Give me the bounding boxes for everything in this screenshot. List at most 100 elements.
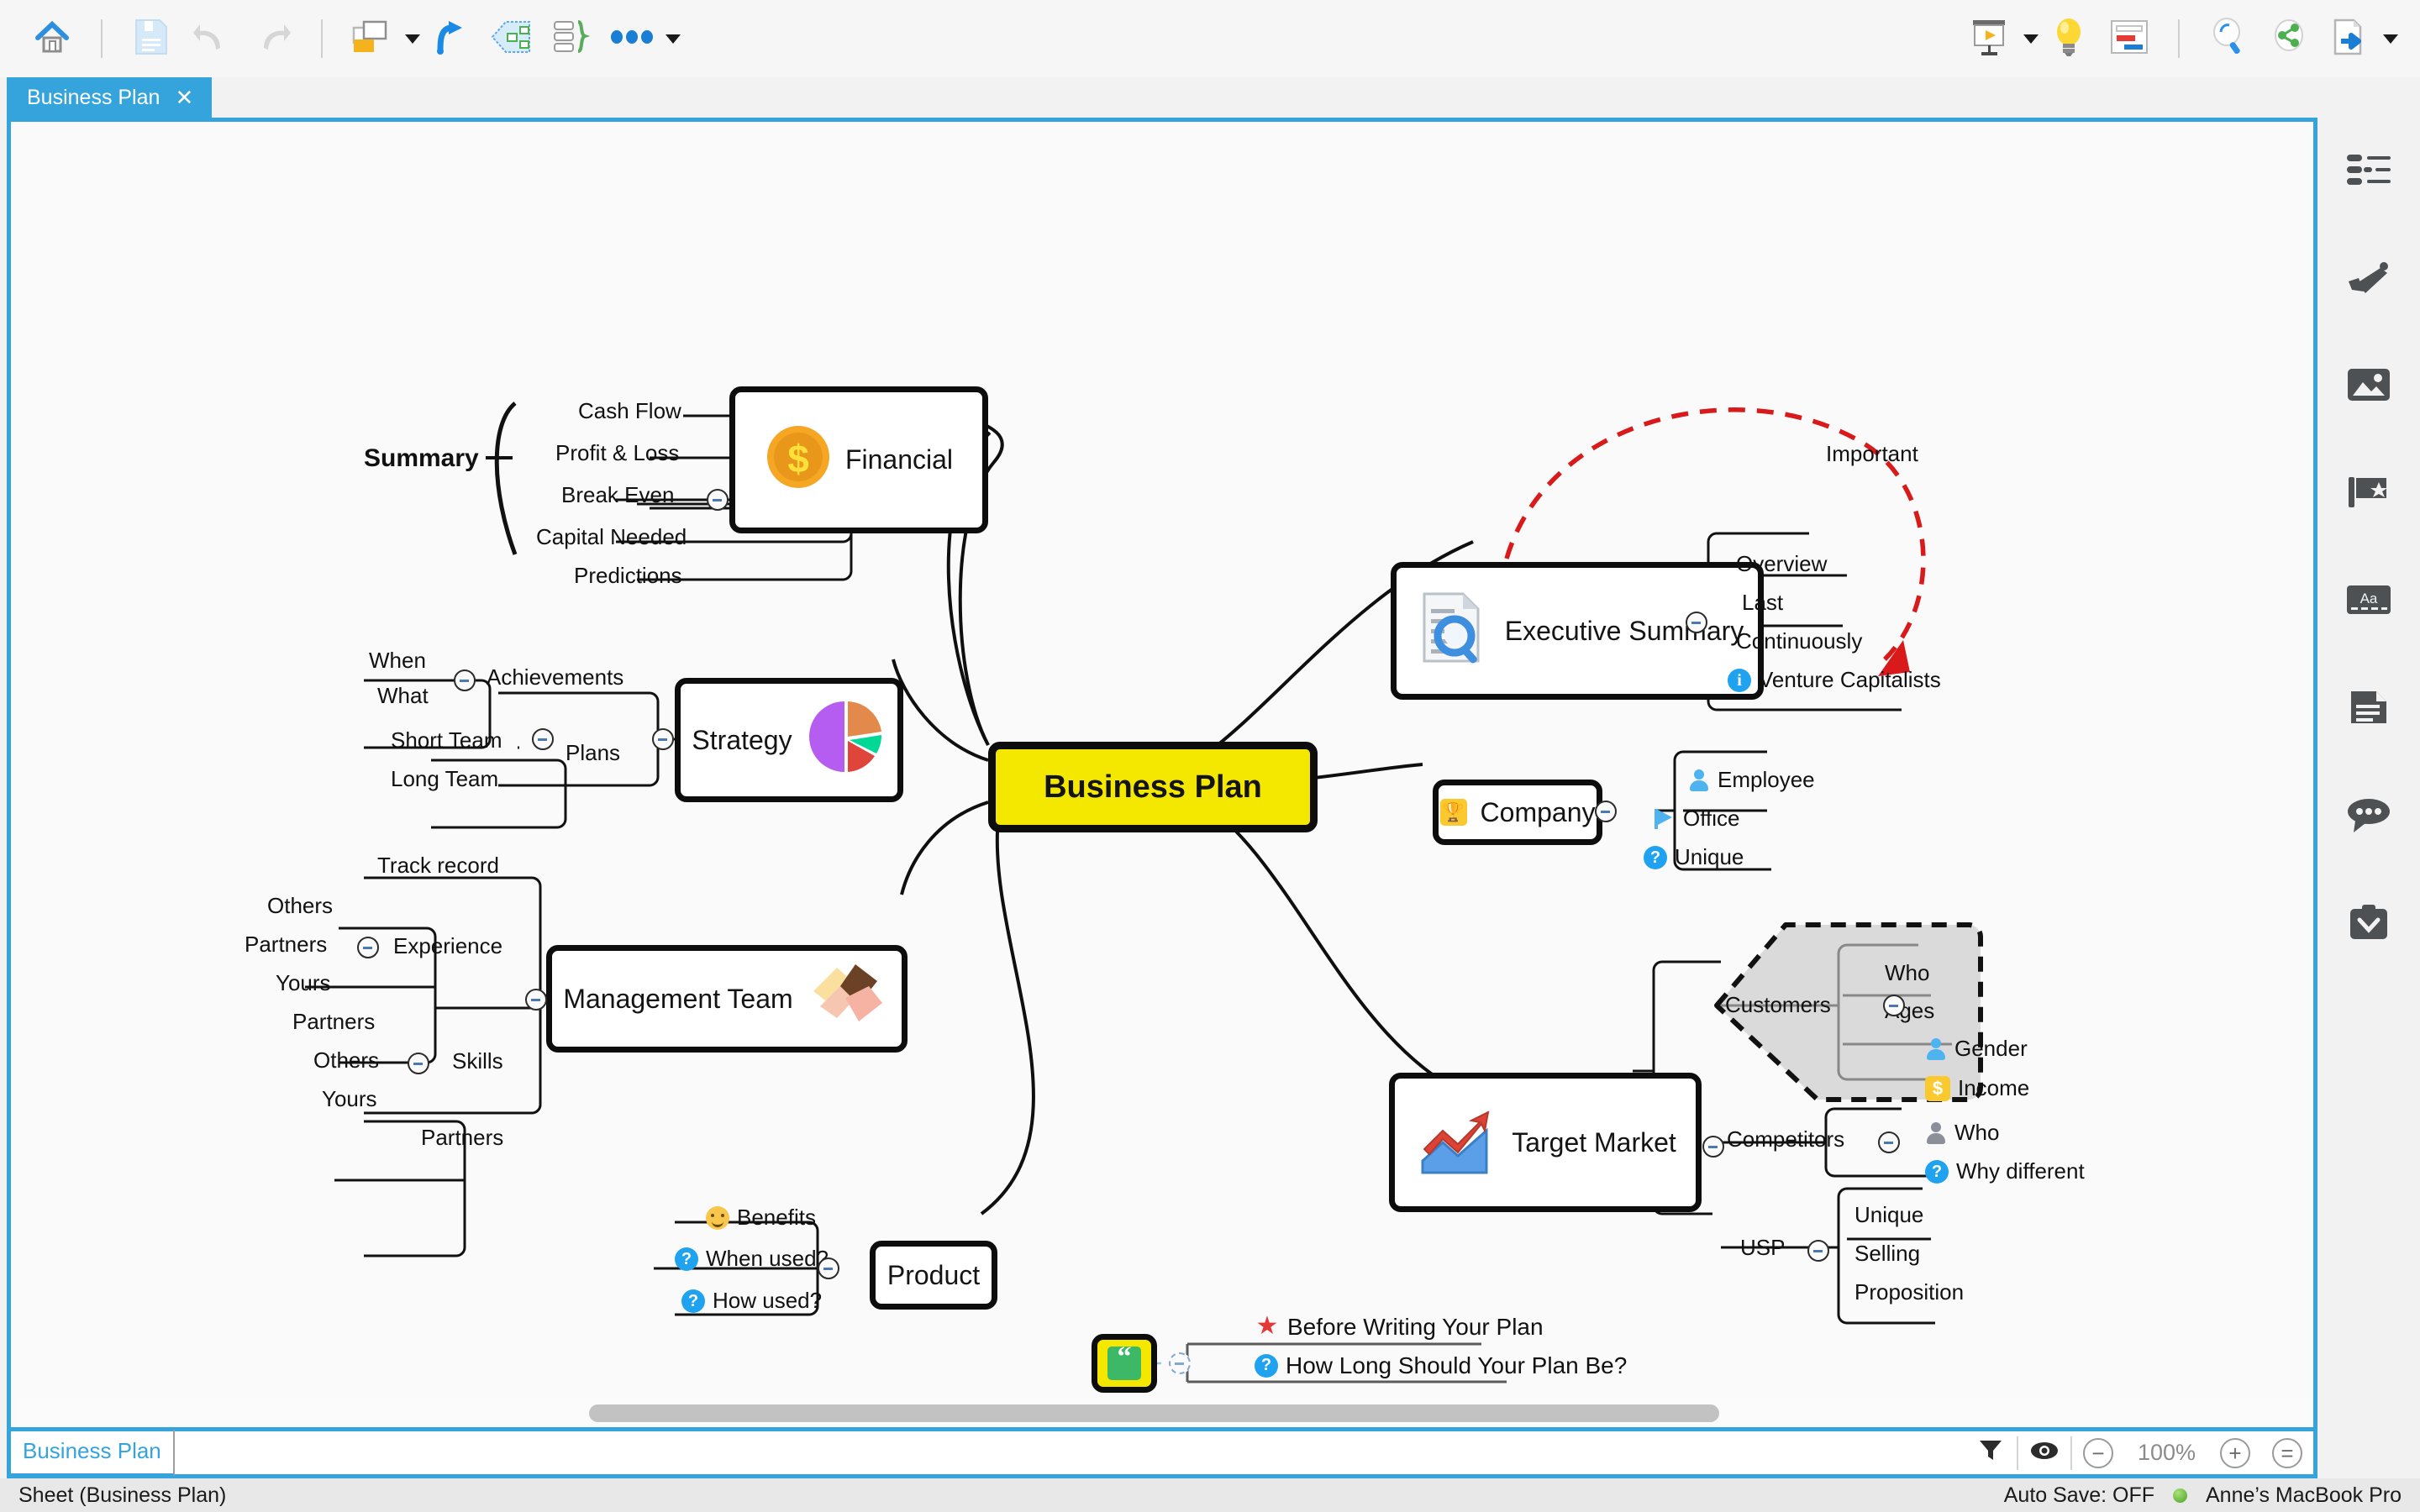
sidebar-item-style[interactable] [2336,143,2402,200]
export-dropdown-caret[interactable] [2383,34,2398,44]
undo-button[interactable] [182,11,242,66]
leaf-break-even[interactable]: Break Even [561,484,674,507]
view-button[interactable] [2018,1430,2070,1477]
presentation-button[interactable] [1960,11,2020,66]
zoom-in-button[interactable]: + [2209,1430,2261,1477]
mindmap-canvas[interactable]: Business Plan $ Financial Strategy Manag… [11,122,2313,1427]
leaf-unique-company[interactable]: ? Unique [1644,846,1744,869]
leaf-skills-partners2[interactable]: Partners [421,1126,503,1149]
leaf-skills-partners1[interactable]: Partners [292,1011,375,1033]
zoom-out-button[interactable]: − [2072,1430,2124,1477]
node-company[interactable]: 🏆 Company [1433,780,1602,845]
leaf-plans[interactable]: Plans [566,742,620,764]
leaf-before-writing[interactable]: ★ Before Writing Your Plan [1255,1315,1544,1340]
leaf-predictions[interactable]: Predictions [574,564,682,587]
sheet-tab-business-plan[interactable]: Business Plan [11,1430,175,1477]
leaf-when[interactable]: When [369,649,426,672]
toggle-experience[interactable] [357,937,379,958]
horizontal-scrollbar-thumb[interactable] [589,1404,1719,1422]
sidebar-item-notes[interactable] [2336,680,2402,738]
sidebar-item-task[interactable] [2336,895,2402,953]
toggle-customers[interactable] [1883,995,1905,1016]
toggle-plans[interactable] [532,728,554,750]
relationship-button[interactable] [420,11,481,66]
leaf-how-used[interactable]: ? How used? [681,1289,822,1313]
zoom-fit-button[interactable]: = [2261,1430,2313,1477]
toggle-financial[interactable] [707,489,729,511]
toggle-usp[interactable] [1807,1240,1829,1262]
share-button[interactable] [2259,11,2319,66]
brainstorming-button[interactable] [2039,11,2099,66]
more-button[interactable] [602,11,662,66]
toggle-product[interactable] [818,1257,839,1279]
leaf-long-team[interactable]: Long Team [391,768,498,790]
toggle-management-team[interactable] [525,989,547,1011]
node-financial[interactable]: $ Financial [729,386,988,533]
leaf-skills-yours[interactable]: Yours [322,1088,377,1110]
find-button[interactable] [2198,11,2259,66]
more-dropdown-caret[interactable] [666,34,681,44]
toggle-target-market[interactable] [1702,1136,1724,1158]
leaf-capital-needed[interactable]: Capital Needed [536,526,687,549]
track-record-label[interactable]: Track record [377,854,499,877]
leaf-achievements[interactable]: Achievements [487,666,623,689]
toggle-company[interactable] [1595,801,1617,822]
leaf-venture-capitalists[interactable]: i Venture Capitalists [1728,669,1941,692]
sidebar-item-format-painter[interactable] [2336,250,2402,307]
leaf-usp-proposition[interactable]: Proposition [1854,1281,1964,1304]
zoom-out-icon[interactable]: − [2083,1438,2113,1468]
leaf-last[interactable]: Last [1742,591,1783,614]
export-button[interactable] [2319,11,2380,66]
sidebar-item-marker[interactable] [2336,465,2402,522]
leaf-comp-who[interactable]: Who [1925,1121,1999,1145]
leaf-how-long[interactable]: ? How Long Should Your Plan Be? [1255,1353,1627,1378]
leaf-cust-who[interactable]: Who [1885,962,1929,984]
leaf-usp[interactable]: USP [1740,1236,1785,1259]
node-target-market[interactable]: Target Market [1389,1073,1702,1212]
leaf-cash-flow[interactable]: Cash Flow [578,400,681,423]
horizontal-scrollbar[interactable] [18,1399,2317,1427]
toggle-skills[interactable] [408,1053,429,1074]
outline-button[interactable] [2099,11,2160,66]
sidebar-item-image[interactable] [2336,358,2402,415]
node-business-plan[interactable]: Business Plan [988,742,1318,832]
leaf-short-team[interactable]: Short Team [391,729,502,752]
zoom-in-icon[interactable]: + [2220,1438,2250,1468]
leaf-when-used[interactable]: ? When used? [675,1247,829,1271]
close-icon[interactable]: ✕ [175,87,193,108]
leaf-profit-loss[interactable]: Profit & Loss [555,442,679,465]
leaf-competitors[interactable]: Competitors [1727,1128,1844,1151]
leaf-office[interactable]: Office [1652,807,1739,831]
summary-button[interactable] [541,11,602,66]
node-management-team[interactable]: Management Team [546,945,908,1053]
sidebar-item-font[interactable]: Aa [2336,573,2402,630]
toggle-strategy[interactable] [652,728,674,750]
leaf-exp-others[interactable]: Others [267,895,333,917]
leaf-experience[interactable]: Experience [393,935,502,958]
zoom-fit-icon[interactable]: = [2272,1438,2302,1468]
leaf-exp-yours[interactable]: Yours [276,972,331,995]
toggle-executive-summary[interactable] [1686,612,1707,633]
toggle-achievements[interactable] [454,669,476,691]
presentation-dropdown-caret[interactable] [2023,34,2039,44]
leaf-continuously[interactable]: Continuously [1736,630,1862,653]
leaf-skills-others[interactable]: Others [313,1049,379,1072]
filter-button[interactable] [1965,1430,2017,1477]
summary-callout-label[interactable]: Summary [364,445,479,472]
leaf-usp-selling[interactable]: Selling [1854,1242,1920,1265]
relationship-label[interactable]: Important [1826,443,1918,465]
node-executive-summary[interactable]: Executive Summary [1391,562,1764,700]
theme-button[interactable] [341,11,402,66]
toggle-competitors[interactable] [1878,1131,1900,1153]
leaf-exp-partners[interactable]: Partners [245,933,327,956]
toggle-note[interactable] [1169,1352,1191,1374]
node-product[interactable]: Product [870,1241,997,1310]
leaf-employee[interactable]: Employee [1688,769,1815,792]
leaf-cust-income[interactable]: $ Income [1925,1076,2029,1101]
redo-button[interactable] [242,11,302,66]
leaf-why-different[interactable]: ? Why different [1925,1160,2085,1184]
leaf-usp-unique[interactable]: Unique [1854,1204,1923,1226]
sidebar-item-comment[interactable] [2336,788,2402,845]
leaf-overview[interactable]: Overview [1736,553,1827,575]
leaf-what[interactable]: What [377,685,429,707]
